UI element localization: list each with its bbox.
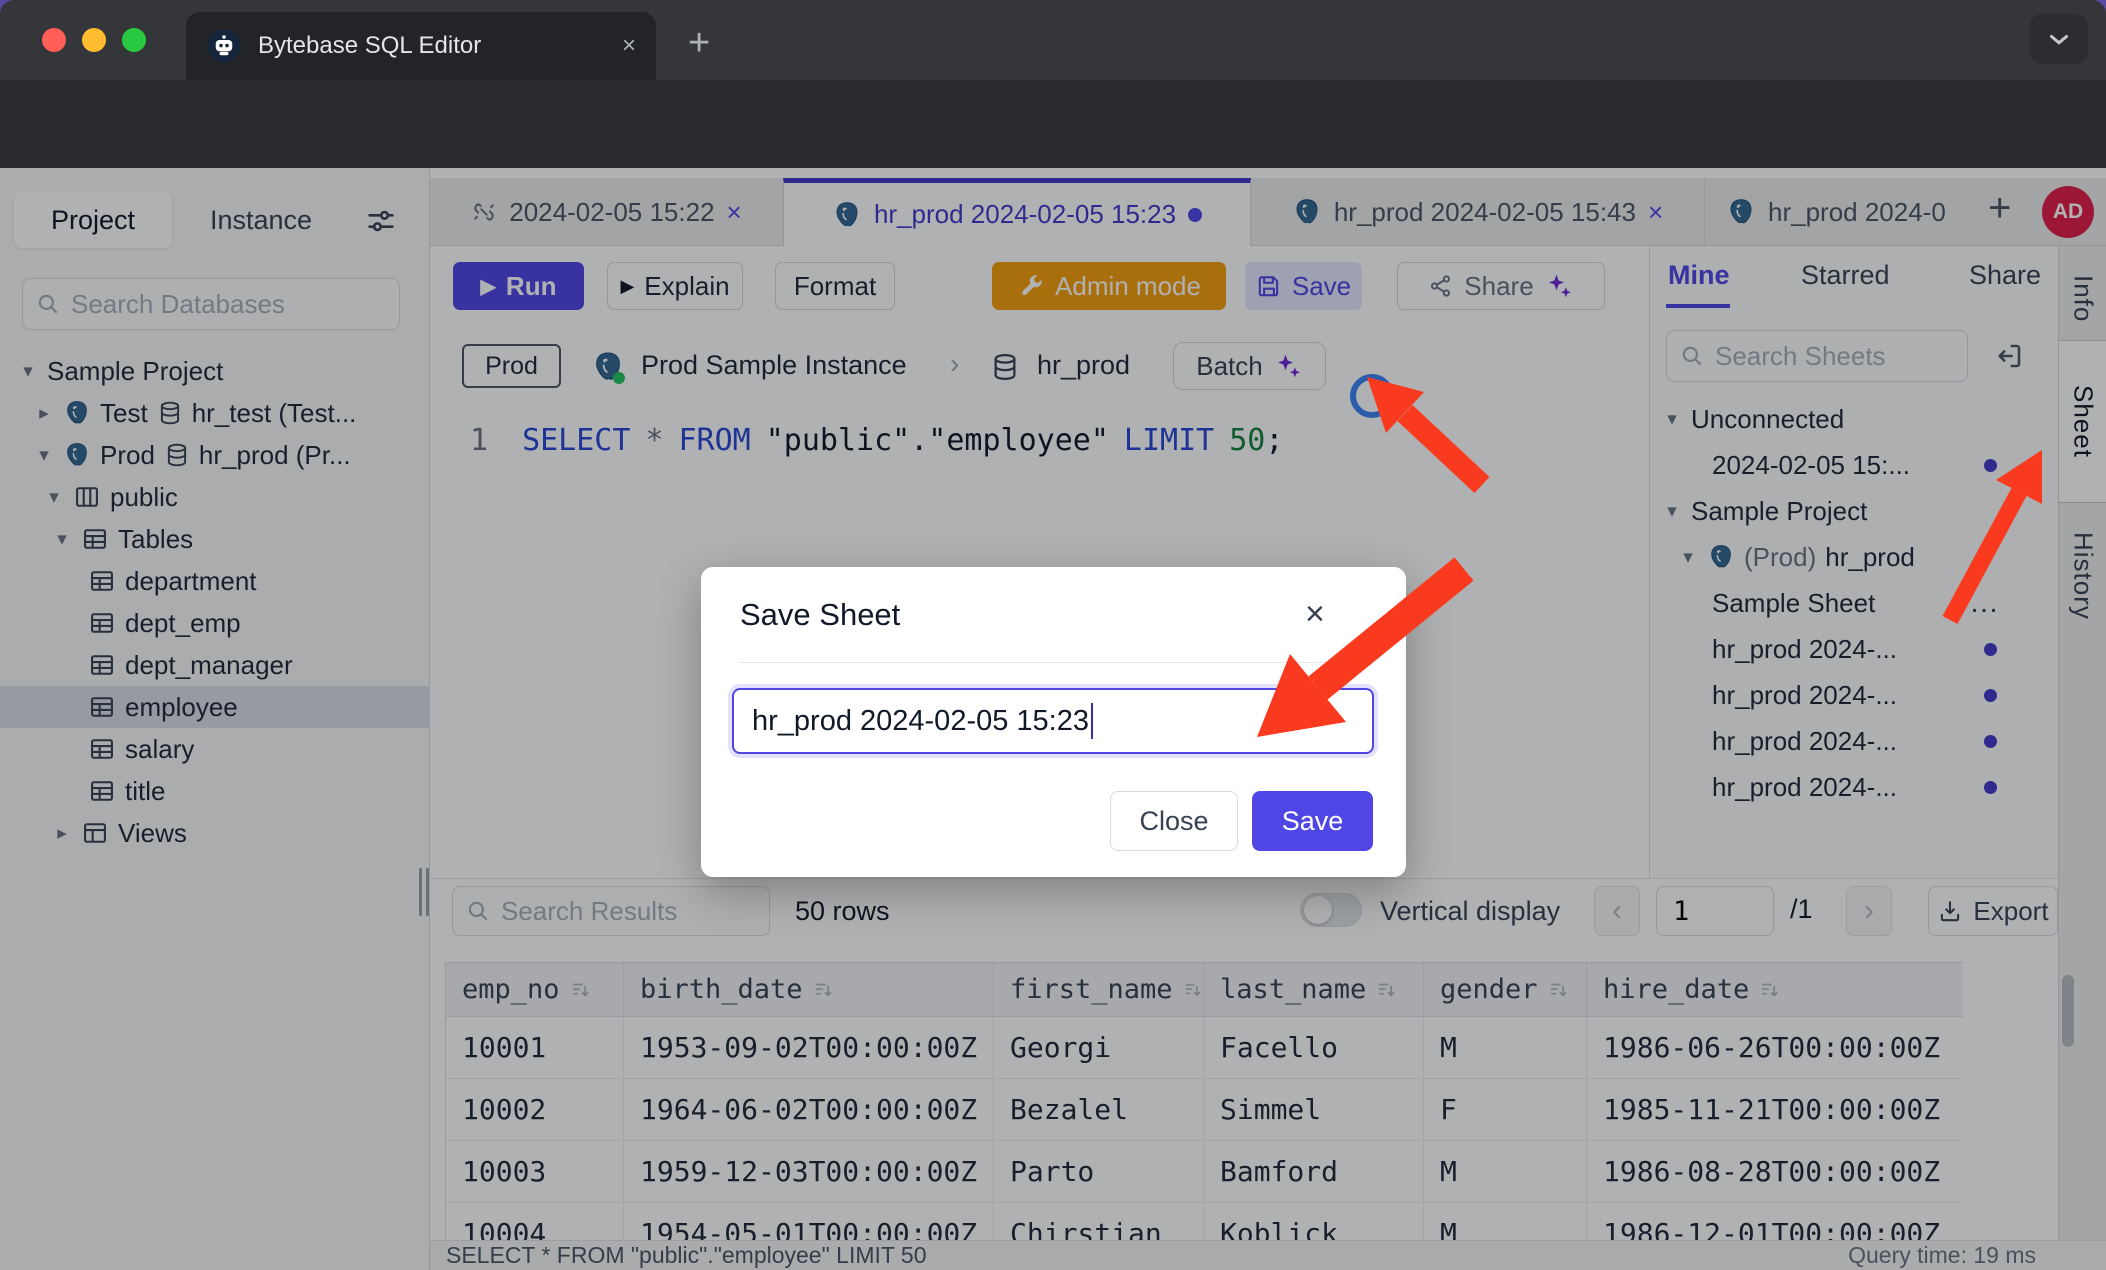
dialog-close-button[interactable]: Close: [1110, 791, 1238, 851]
divider: [740, 662, 1367, 663]
traffic-minimize-button[interactable]: [82, 28, 106, 52]
sheet-name-value: hr_prod 2024-02-05 15:23: [752, 705, 1089, 738]
text-caret: [1091, 703, 1093, 739]
traffic-zoom-button[interactable]: [122, 28, 146, 52]
browser-tabstrip: Bytebase SQL Editor × +: [0, 0, 2106, 80]
dialog-close-icon[interactable]: ×: [1305, 595, 1325, 634]
traffic-close-button[interactable]: [42, 28, 66, 52]
screen: Bytebase SQL Editor × + ← → localhost:80…: [0, 0, 2106, 1270]
tab-close-icon[interactable]: ×: [622, 32, 636, 60]
browser-toolbar: ← → localhost:8080/sql-editor/prod-sampl…: [0, 80, 2106, 168]
browser-tab-title: Bytebase SQL Editor: [258, 32, 606, 60]
new-tab-icon[interactable]: +: [688, 22, 710, 65]
save-sheet-dialog: Save Sheet × hr_prod 2024-02-05 15:23 Cl…: [701, 567, 1406, 877]
dialog-save-button[interactable]: Save: [1252, 791, 1373, 851]
window-chevron-icon[interactable]: [2030, 14, 2088, 64]
sheet-name-input[interactable]: hr_prod 2024-02-05 15:23: [732, 688, 1374, 754]
browser-tab[interactable]: Bytebase SQL Editor ×: [186, 12, 656, 80]
bytebase-favicon-icon: [206, 28, 242, 64]
dialog-title: Save Sheet: [740, 597, 900, 633]
